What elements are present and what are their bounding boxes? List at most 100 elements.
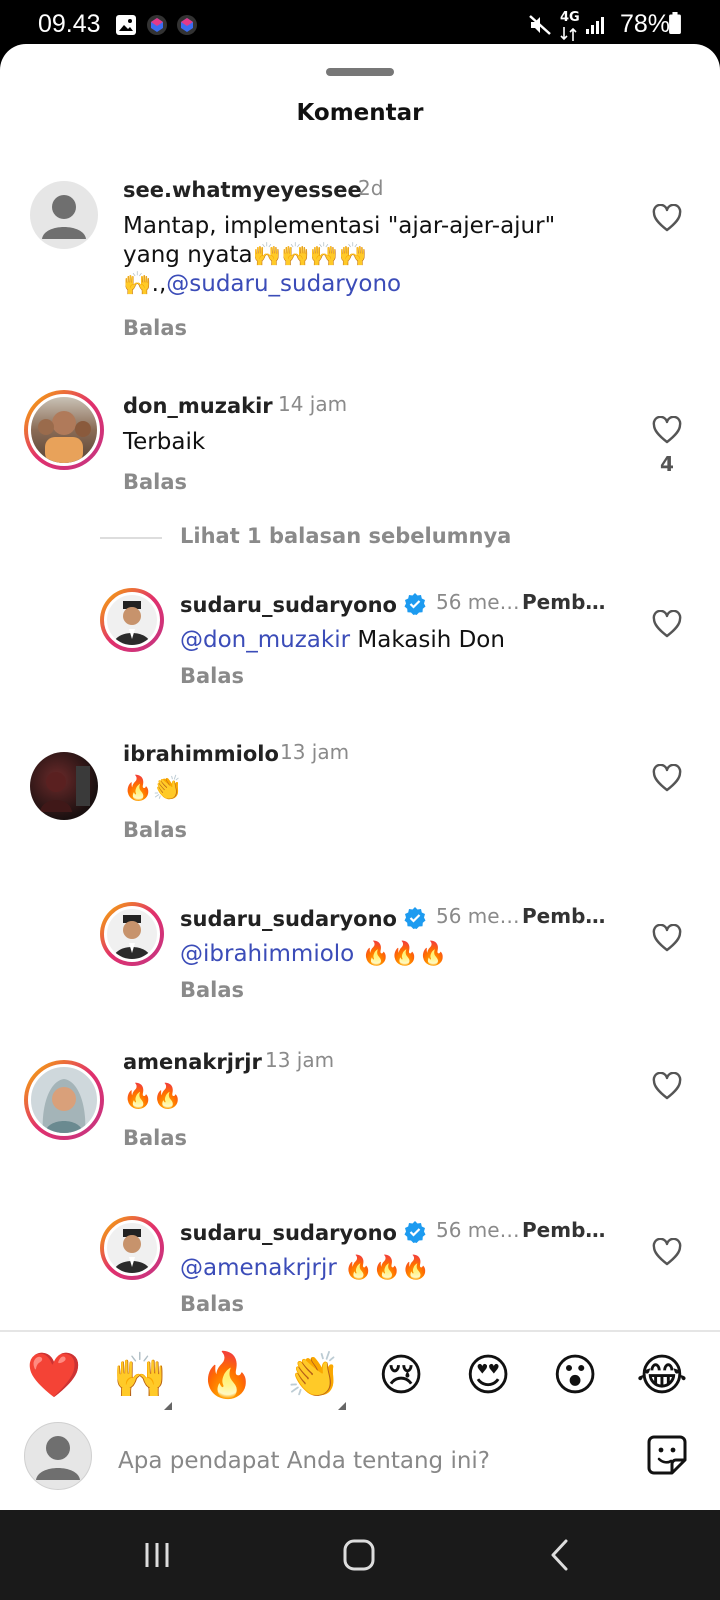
comment-text: Terbaik — [123, 429, 206, 455]
composer-divider — [0, 1330, 720, 1332]
comment-text-line: yang nyata🙌🙌🙌🙌 — [123, 242, 368, 268]
heart-outline-icon[interactable] — [652, 416, 682, 444]
comment-time: 2d — [358, 176, 384, 200]
emoji-raised-hands[interactable]: 🙌 — [112, 1350, 168, 1402]
reply-username-text: sudaru_sudaryono — [180, 907, 397, 931]
like-count: 4 — [660, 452, 674, 476]
user-photo-icon — [42, 1079, 86, 1133]
mention-link[interactable]: @sudaru_sudaryono — [166, 271, 401, 297]
reply-button[interactable]: Balas — [123, 470, 187, 494]
reply-button[interactable]: Balas — [123, 818, 187, 842]
reply-time: 56 me… — [436, 1218, 520, 1242]
network-type: 4G — [560, 10, 580, 25]
author-tag: Pemb… — [522, 590, 606, 614]
app-notification-icon-2 — [177, 15, 197, 35]
avatar-story-ring[interactable] — [24, 1060, 104, 1140]
avatar — [104, 1220, 160, 1276]
heart-outline-icon[interactable] — [652, 1238, 682, 1266]
reply-button[interactable]: Balas — [123, 316, 187, 340]
reply-text: @don_muzakir Makasih Don — [180, 626, 505, 655]
status-bar: 09.43 4G 78% — [0, 0, 720, 50]
heart-outline-icon[interactable] — [652, 610, 682, 638]
view-previous-label: Lihat 1 balasan sebelumnya — [180, 524, 512, 548]
heart-outline-icon[interactable] — [652, 1072, 682, 1100]
reply-text-content: 🔥🔥🔥 — [336, 1255, 431, 1281]
comment-text: 🔥👏 — [123, 774, 183, 802]
comment-username[interactable]: don_muzakir — [123, 394, 273, 418]
gallery-notification-icon — [116, 15, 136, 35]
recent-apps-icon[interactable] — [142, 1540, 172, 1570]
reply-username-text: sudaru_sudaryono — [180, 1221, 397, 1245]
author-tag: Pemb… — [522, 904, 606, 928]
comment-text: 🔥🔥 — [123, 1082, 183, 1110]
user-photo-icon — [113, 1229, 151, 1273]
user-photo-icon — [113, 601, 151, 645]
back-icon[interactable] — [548, 1538, 572, 1572]
sheet-drag-handle[interactable] — [326, 68, 394, 76]
default-avatar-icon — [42, 195, 86, 239]
divider-line — [100, 537, 162, 539]
comment-username[interactable]: ibrahimmiolo — [123, 742, 279, 766]
mention-link[interactable]: @don_muzakir — [180, 627, 350, 653]
avatar — [28, 394, 100, 466]
verified-badge-icon — [404, 593, 426, 615]
heart-outline-icon[interactable] — [652, 924, 682, 952]
mute-icon — [529, 15, 551, 35]
mention-link[interactable]: @ibrahimmiolo — [180, 941, 354, 967]
emoji-fire[interactable]: 🔥 — [199, 1350, 255, 1402]
reply-button[interactable]: Balas — [180, 1292, 244, 1316]
comment-username[interactable]: amenakrjrjr — [123, 1050, 262, 1074]
reply-username[interactable]: sudaru_sudaryono — [180, 592, 427, 617]
comment-time: 14 jam — [278, 392, 348, 416]
reply-button[interactable]: Balas — [180, 978, 244, 1002]
emoji-reaction-bar: ❤️ 🙌 🔥 👏 😢 😍 😮 😂 — [0, 1344, 720, 1414]
avatar — [104, 906, 160, 962]
comment-text-prefix: 🙌., — [123, 271, 167, 297]
avatar-story-ring[interactable] — [100, 1216, 164, 1280]
reply-time: 56 me… — [436, 904, 520, 928]
comment-text: Mantap, implementasi "ajar-ajer-ajur" ya… — [123, 212, 603, 299]
avatar — [28, 1064, 100, 1136]
comment-input[interactable]: Apa pendapat Anda tentang ini? — [118, 1448, 490, 1474]
emoji-clap[interactable]: 👏 — [286, 1350, 342, 1402]
sticker-icon[interactable] — [646, 1434, 688, 1476]
comment-time: 13 jam — [280, 740, 350, 764]
status-time: 09.43 — [38, 10, 101, 38]
signal-icon — [586, 17, 604, 34]
emoji-crying[interactable]: 😢 — [373, 1350, 429, 1402]
emoji-heart[interactable]: ❤️ — [26, 1350, 82, 1402]
heart-outline-icon[interactable] — [652, 204, 682, 232]
avatar[interactable] — [30, 181, 98, 249]
reply-username[interactable]: sudaru_sudaryono — [180, 906, 427, 931]
app-notification-icon — [147, 15, 167, 35]
emoji-laughing[interactable]: 😂 — [634, 1350, 690, 1402]
reply-username-text: sudaru_sudaryono — [180, 593, 397, 617]
my-avatar — [24, 1422, 92, 1490]
avatar-story-ring[interactable] — [100, 902, 164, 966]
reply-button[interactable]: Balas — [123, 1126, 187, 1150]
comment-username[interactable]: see.whatmyeyessee — [123, 178, 362, 202]
battery-percent: 78% — [619, 10, 670, 38]
skin-tone-indicator[interactable] — [338, 1402, 346, 1410]
comment-input-row: Apa pendapat Anda tentang ini? — [0, 1422, 720, 1508]
user-photo-icon — [113, 915, 151, 959]
reply-button[interactable]: Balas — [180, 664, 244, 688]
heart-outline-icon[interactable] — [652, 764, 682, 792]
reply-text: @amenakrjrjr 🔥🔥🔥 — [180, 1254, 430, 1283]
default-avatar-icon — [36, 1436, 80, 1480]
reply-text: @ibrahimmiolo 🔥🔥🔥 — [180, 940, 447, 969]
mention-link[interactable]: @amenakrjrjr — [180, 1255, 337, 1281]
avatar[interactable] — [30, 752, 98, 820]
reply-username[interactable]: sudaru_sudaryono — [180, 1220, 427, 1245]
user-photo-icon — [40, 766, 90, 812]
avatar-story-ring[interactable] — [24, 390, 104, 470]
battery-icon — [669, 12, 681, 34]
avatar-story-ring[interactable] — [100, 588, 164, 652]
emoji-surprised[interactable]: 😮 — [547, 1350, 603, 1402]
skin-tone-indicator[interactable] — [164, 1402, 172, 1410]
home-icon[interactable] — [342, 1538, 376, 1572]
emoji-heart-eyes[interactable]: 😍 — [460, 1350, 516, 1402]
comment-time: 13 jam — [265, 1048, 335, 1072]
sheet-title: Komentar — [296, 100, 424, 126]
verified-badge-icon — [404, 1221, 426, 1243]
